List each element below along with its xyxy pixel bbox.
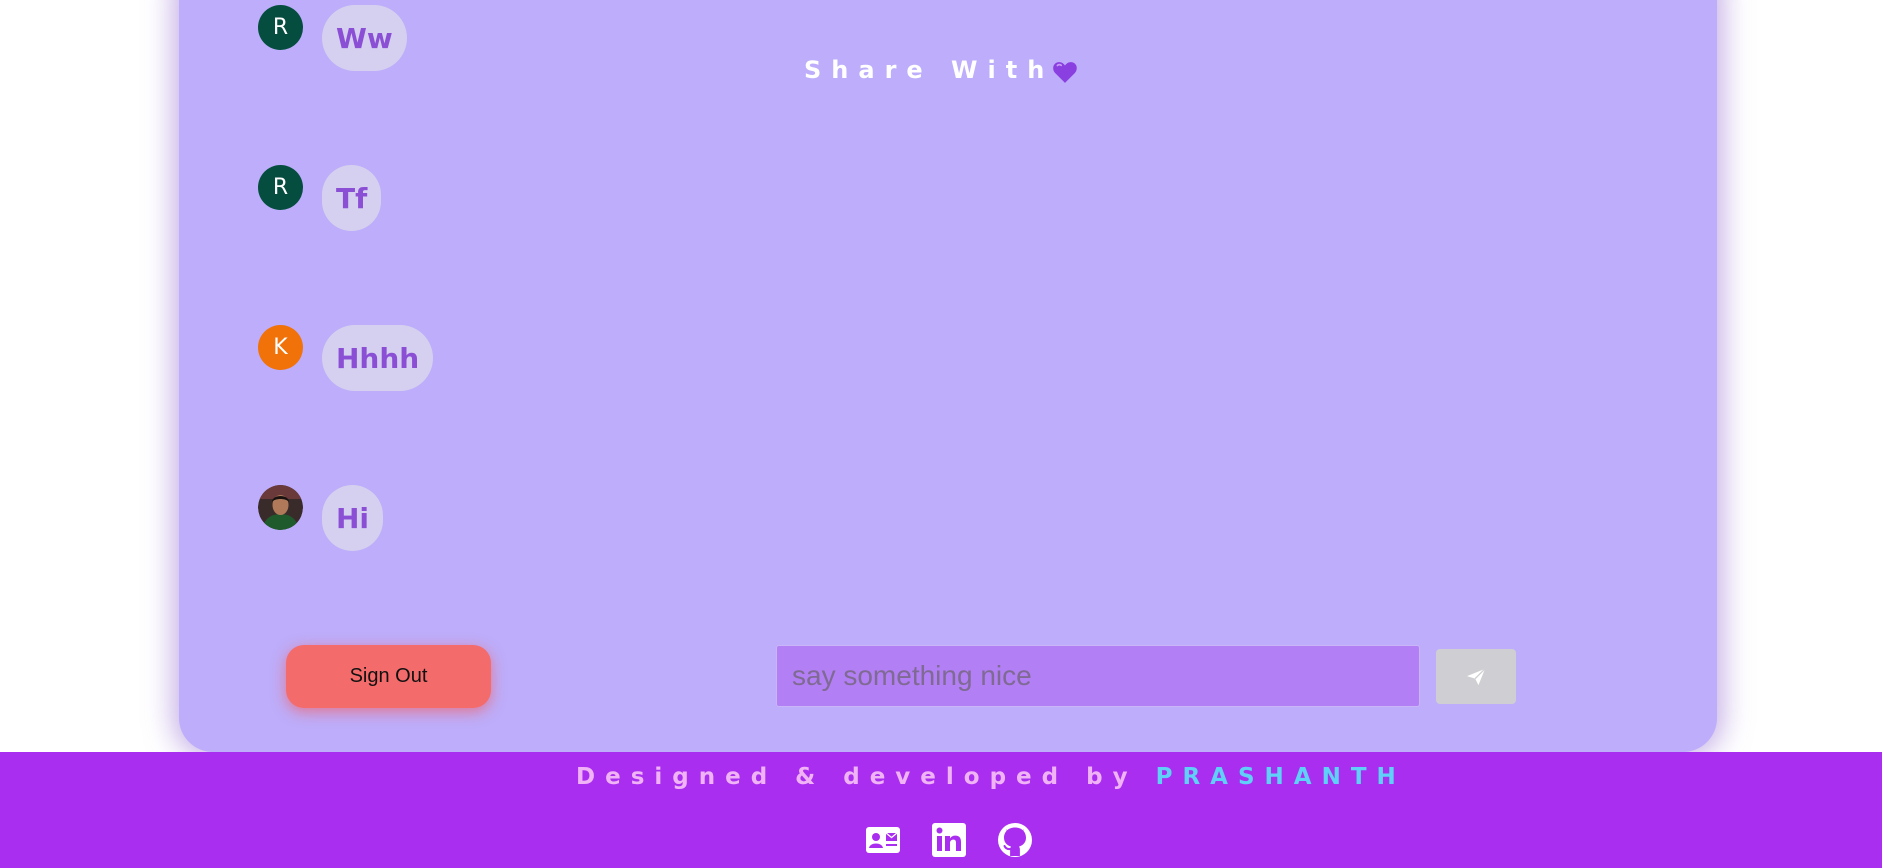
purple-heart-icon [1053, 62, 1077, 83]
message-input[interactable] [776, 645, 1420, 707]
credit-prefix: Designed & developed by [576, 764, 1138, 790]
message-bubble: Tf [322, 165, 382, 231]
credit-line: Designed & developed by PRASHANTH [576, 764, 1406, 790]
author-name[interactable]: PRASHANTH [1156, 764, 1406, 790]
linkedin-icon[interactable] [931, 822, 967, 858]
page-title: Share With [804, 56, 1055, 84]
github-icon[interactable] [997, 822, 1033, 858]
user-avatar: R [258, 165, 303, 210]
message-bubble: Ww [322, 5, 407, 71]
paper-plane-icon [1467, 667, 1486, 685]
message-bubble: Hhhh [322, 325, 434, 391]
sign-out-button[interactable]: Sign Out [286, 645, 491, 708]
user-avatar: K [258, 325, 303, 370]
user-avatar: R [258, 5, 303, 50]
send-button[interactable] [1436, 649, 1516, 704]
contact-card-icon[interactable] [865, 822, 901, 858]
user-photo-avatar [258, 485, 303, 530]
message-bubble: Hi [322, 485, 384, 551]
footer: Designed & developed by PRASHANTH [0, 752, 1882, 868]
